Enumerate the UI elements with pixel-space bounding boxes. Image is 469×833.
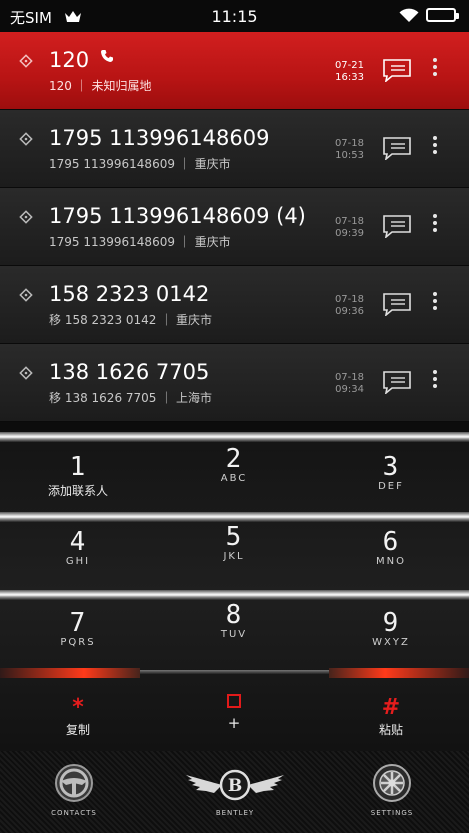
dial-keypad: 1 添加联系人 2 ABC 3 DEF 4 GHI 5 JKL 6 MNO 7 … — [0, 432, 469, 751]
tab-settings[interactable]: SETTINGS — [362, 763, 422, 817]
add-contact-caption: 添加联系人 — [47, 484, 108, 498]
chrome-divider — [140, 670, 329, 674]
wifi-icon — [399, 8, 419, 27]
call-datetime: 07-18 09:36 — [334, 294, 364, 317]
tab-home[interactable]: B BENTLEY — [184, 767, 286, 817]
call-number: 138 1626 7705 — [49, 360, 210, 384]
call-number: 158 2323 0142 — [49, 282, 210, 306]
diamond-tag-icon — [19, 132, 33, 146]
steering-wheel-icon — [55, 764, 93, 802]
status-bar: 无SIM 11:15 — [0, 0, 469, 32]
key-4[interactable]: 4 GHI — [0, 529, 156, 567]
call-datetime: 07-18 10:53 — [334, 138, 364, 161]
call-log-row[interactable]: 120 120 ｜ 未知归属地 07-21 16:33 — [0, 32, 469, 110]
call-log-list: 120 120 ｜ 未知归属地 07-21 16:33 1795 11399614… — [0, 32, 469, 432]
copy-caption: 复制 — [65, 723, 90, 737]
tab-contacts[interactable]: CONTACTS — [44, 763, 104, 817]
key-8[interactable]: 8 TUV — [156, 602, 312, 640]
call-detail: 移 138 1626 7705 ｜ 上海市 — [49, 391, 213, 405]
key-9[interactable]: 9 WXYZ — [313, 610, 469, 648]
more-vertical-icon[interactable] — [430, 292, 440, 312]
call-detail: 移 158 2323 0142 ｜ 重庆市 — [49, 313, 213, 327]
key-5[interactable]: 5 JKL — [156, 524, 312, 562]
message-icon[interactable] — [382, 214, 412, 238]
key-0[interactable]: + — [156, 690, 312, 732]
key-6[interactable]: 6 MNO — [313, 529, 469, 567]
call-detail: 1795 113996148609 ｜ 重庆市 — [49, 157, 231, 171]
winged-b-logo: B — [186, 769, 284, 801]
paste-caption: 粘贴 — [378, 723, 403, 737]
call-number: 1795 113996148609 — [49, 126, 270, 150]
phone-icon — [100, 50, 113, 62]
call-detail: 1795 113996148609 ｜ 重庆市 — [49, 235, 231, 249]
key-1[interactable]: 1 添加联系人 — [0, 454, 156, 499]
key-7[interactable]: 7 PQRS — [0, 610, 156, 648]
call-number: 1795 113996148609 (4) — [49, 204, 306, 228]
call-datetime: 07-21 16:33 — [334, 60, 364, 83]
call-number: 120 — [49, 48, 114, 72]
message-icon[interactable] — [382, 58, 412, 82]
call-log-row[interactable]: 1795 113996148609 (4) 1795 113996148609 … — [0, 188, 469, 266]
call-datetime: 07-18 09:34 — [334, 372, 364, 395]
message-icon[interactable] — [382, 292, 412, 316]
tail-light-right — [329, 668, 469, 678]
more-vertical-icon[interactable] — [430, 58, 440, 78]
square-icon — [227, 694, 241, 708]
diamond-tag-icon — [19, 210, 33, 224]
call-log-row[interactable]: 158 2323 0142 移 158 2323 0142 ｜ 重庆市 07-1… — [0, 266, 469, 344]
bottom-tab-bar: CONTACTS B BENTLEY SETTINGS — [0, 751, 469, 833]
call-log-row[interactable]: 1795 113996148609 1795 113996148609 ｜ 重庆… — [0, 110, 469, 188]
key-3[interactable]: 3 DEF — [313, 454, 469, 492]
diamond-tag-icon — [19, 288, 33, 302]
call-detail: 120 ｜ 未知归属地 — [49, 79, 152, 93]
tail-light-left — [0, 668, 140, 678]
chrome-divider — [0, 432, 469, 442]
more-vertical-icon[interactable] — [430, 370, 440, 390]
key-2[interactable]: 2 ABC — [156, 446, 312, 484]
key-star[interactable]: * 复制 — [0, 697, 156, 738]
chrome-divider — [0, 512, 469, 522]
chrome-divider — [0, 590, 469, 600]
svg-text:B: B — [228, 776, 242, 796]
more-vertical-icon[interactable] — [430, 136, 440, 156]
call-datetime: 07-18 09:39 — [334, 216, 364, 239]
message-icon[interactable] — [382, 136, 412, 160]
call-log-row[interactable]: 138 1626 7705 移 138 1626 7705 ｜ 上海市 07-1… — [0, 344, 469, 422]
wheel-icon — [373, 764, 411, 802]
key-hash[interactable]: # 粘贴 — [313, 697, 469, 738]
battery-icon — [426, 8, 459, 22]
diamond-tag-icon — [19, 54, 33, 68]
diamond-tag-icon — [19, 366, 33, 380]
message-icon[interactable] — [382, 370, 412, 394]
more-vertical-icon[interactable] — [430, 214, 440, 234]
